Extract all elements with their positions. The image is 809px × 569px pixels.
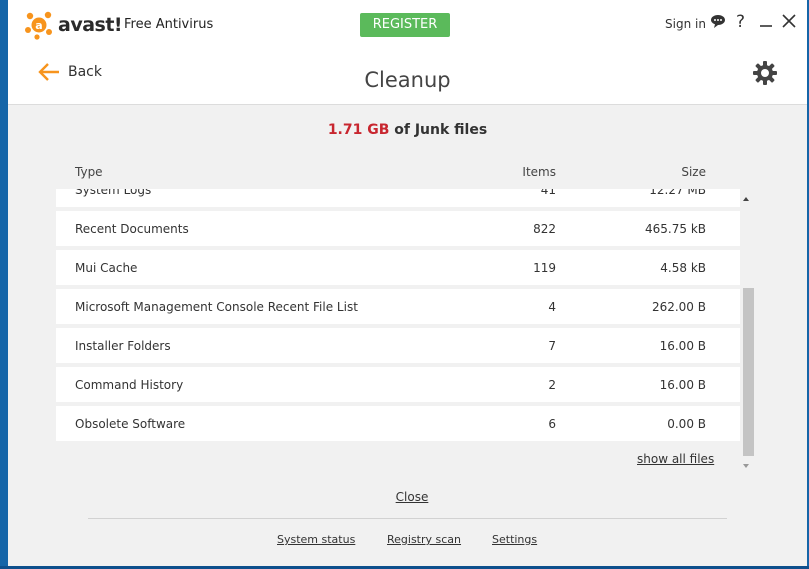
sign-in-link[interactable]: Sign in: [665, 17, 706, 31]
header-items: Items: [522, 165, 556, 179]
row-type: Installer Folders: [75, 339, 171, 353]
table-row[interactable]: System Logs 41 12.27 MB: [56, 189, 740, 207]
row-type: Recent Documents: [75, 222, 189, 236]
scroll-up-arrow-icon[interactable]: [743, 197, 749, 201]
show-all-files-link[interactable]: show all files: [637, 452, 714, 466]
page-title: Cleanup: [364, 68, 451, 92]
settings-gear-icon[interactable]: [752, 60, 778, 90]
row-size: 12.27 MB: [649, 189, 706, 197]
row-type: Microsoft Management Console Recent File…: [75, 300, 358, 314]
table-row[interactable]: Command History 2 16.00 B: [56, 367, 740, 402]
table-scrollbar[interactable]: [741, 190, 755, 472]
chat-icon[interactable]: [710, 10, 726, 32]
row-size: 4.58 kB: [660, 261, 706, 275]
row-type: Obsolete Software: [75, 417, 186, 431]
header-size: Size: [681, 165, 706, 179]
row-size: 465.75 kB: [645, 222, 706, 236]
row-items: 6: [548, 417, 556, 431]
registry-scan-link[interactable]: Registry scan: [387, 533, 461, 546]
close-icon[interactable]: [781, 10, 797, 32]
scroll-down-arrow-icon[interactable]: [743, 464, 749, 468]
row-type: Mui Cache: [75, 261, 138, 275]
row-items: 41: [540, 189, 556, 197]
close-link[interactable]: Close: [396, 490, 429, 504]
row-size: 16.00 B: [659, 339, 706, 353]
row-items: 4: [548, 300, 556, 314]
table-row[interactable]: Microsoft Management Console Recent File…: [56, 289, 740, 324]
row-type: Command History: [75, 378, 184, 392]
settings-link[interactable]: Settings: [492, 533, 537, 546]
product-name: Free Antivirus: [124, 17, 214, 32]
svg-text:a: a: [35, 19, 42, 32]
row-items: 7: [548, 339, 556, 353]
row-size: 16.00 B: [659, 378, 706, 392]
header-type: Type: [75, 165, 103, 179]
minimize-icon[interactable]: [758, 10, 774, 32]
table-row[interactable]: Installer Folders 7 16.00 B: [56, 328, 740, 363]
help-icon[interactable]: ?: [736, 11, 745, 33]
avast-window: a avast! Free Antivirus REGISTER Sign in…: [8, 0, 807, 566]
junk-size: 1.71 GB: [327, 122, 390, 138]
row-size: 0.00 B: [667, 417, 706, 431]
table-row[interactable]: Obsolete Software 6 0.00 B: [56, 406, 740, 441]
row-size: 262.00 B: [651, 300, 706, 314]
table-row[interactable]: Recent Documents 822 465.75 kB: [56, 211, 740, 246]
row-type: System Logs: [75, 189, 152, 197]
avast-logo-icon: a: [25, 11, 52, 40]
system-status-link[interactable]: System status: [277, 533, 355, 546]
table-row[interactable]: Mui Cache 119 4.58 kB: [56, 250, 740, 285]
junk-summary: 1.71 GB of Junk files: [8, 122, 807, 138]
title-bar: a avast! Free Antivirus REGISTER Sign in…: [8, 0, 807, 52]
row-items: 119: [533, 261, 556, 275]
junk-summary-suffix: of Junk files: [389, 122, 488, 138]
row-items: 822: [533, 222, 556, 236]
logo-text: avast!: [58, 14, 123, 36]
junk-table[interactable]: System Logs 41 12.27 MB Recent Documents…: [56, 189, 740, 443]
row-items: 2: [548, 378, 556, 392]
scrollbar-thumb[interactable]: [743, 288, 754, 456]
page-header: Back Cleanup: [8, 52, 807, 105]
footer-divider: [88, 518, 727, 519]
register-button[interactable]: REGISTER: [360, 13, 450, 37]
avast-logo: a avast!: [24, 10, 123, 40]
table-header: Type Items Size: [56, 165, 740, 185]
close-link-wrap: Close: [8, 490, 807, 504]
